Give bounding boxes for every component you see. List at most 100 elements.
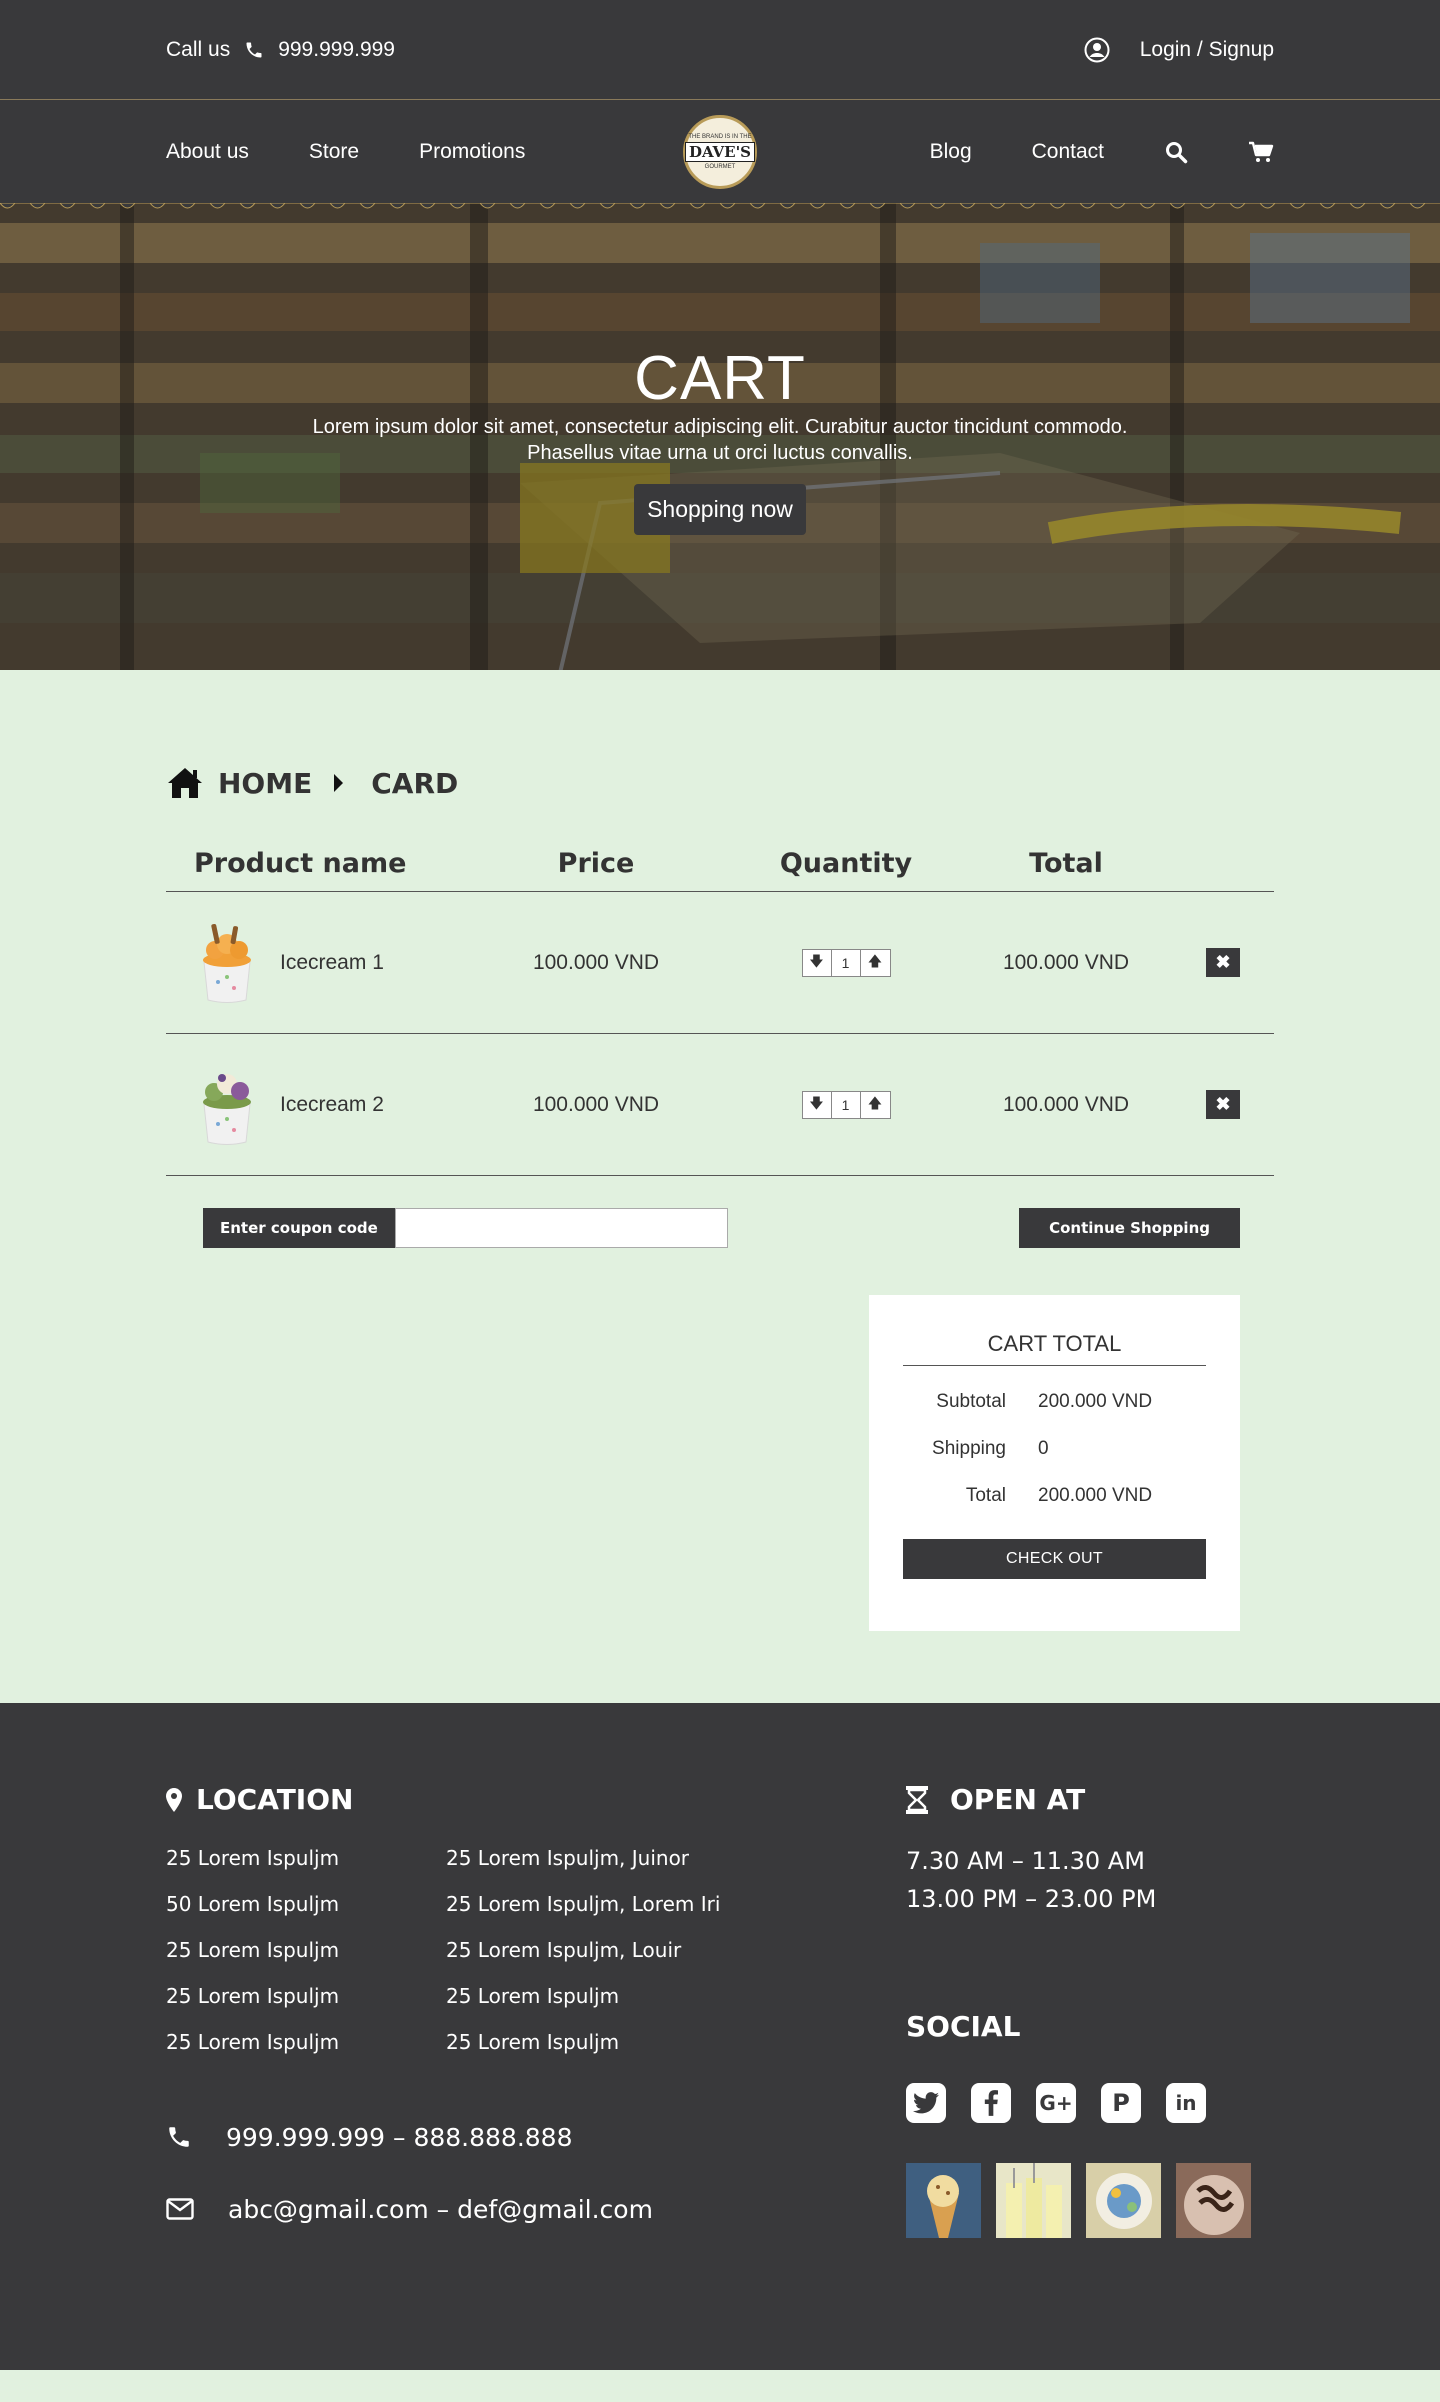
- quantity-stepper: 🡇 1 🡅: [801, 949, 891, 977]
- login-signup-link[interactable]: Login / Signup: [1140, 38, 1274, 62]
- twitter-icon[interactable]: [906, 2083, 946, 2123]
- quantity-value[interactable]: 1: [832, 1092, 861, 1118]
- increase-arrow-icon[interactable]: 🡅: [861, 1092, 890, 1118]
- product-image-icecream-1[interactable]: [192, 922, 262, 1004]
- hero-banner: CART Lorem ipsum dolor sit amet, consect…: [0, 203, 1440, 670]
- footer: LOCATION 25 Lorem Ispuljm 25 Lorem Ispul…: [0, 1703, 1440, 2370]
- remove-item-button[interactable]: ✖: [1206, 948, 1240, 977]
- open-at-title: OPEN AT: [950, 1783, 1086, 1816]
- map-marker-icon: [166, 1787, 182, 1812]
- header-quantity: Quantity: [779, 848, 913, 879]
- location-item: 25 Lorem Ispuljm: [166, 1938, 340, 1962]
- hero-description-line-1: Lorem ipsum dolor sit amet, consectetur …: [312, 416, 1128, 438]
- product-image-icecream-2[interactable]: [192, 1064, 262, 1146]
- location-item: 25 Lorem Ispuljm, Juinor: [446, 1846, 690, 1870]
- home-icon[interactable]: [166, 766, 204, 800]
- location-item: 25 Lorem Ispuljm: [166, 1984, 340, 2008]
- cart-table: Product name Price Quantity Total Icecre…: [166, 836, 1274, 1176]
- social-title: SOCIAL: [906, 2010, 1021, 2043]
- phone-icon: [169, 2127, 189, 2147]
- main-nav: About us Store Promotions THE BRAND IS I…: [0, 100, 1440, 209]
- nav-about-us[interactable]: About us: [166, 140, 249, 164]
- nav-blog[interactable]: Blog: [930, 140, 972, 164]
- hourglass-icon: [906, 1785, 928, 1814]
- shipping-value: 0: [1038, 1438, 1049, 1459]
- continue-shopping-button[interactable]: Continue Shopping: [1019, 1208, 1240, 1248]
- subtotal-label: Subtotal: [936, 1391, 1006, 1412]
- location-item: 25 Lorem Ispuljm: [446, 2030, 620, 2054]
- breadcrumb-home[interactable]: HOME: [218, 767, 312, 800]
- footer-phones[interactable]: 999.999.999 – 888.888.888: [226, 2123, 572, 2152]
- open-at-heading: OPEN AT: [906, 1783, 1274, 1816]
- cart-total-panel: CART TOTAL Subtotal 200.000 VND Shipping…: [869, 1295, 1240, 1631]
- envelope-icon: [166, 2198, 194, 2220]
- facebook-icon[interactable]: [971, 2083, 1011, 2123]
- remove-item-button[interactable]: ✖: [1206, 1090, 1240, 1119]
- total-value: 200.000 VND: [1038, 1485, 1153, 1506]
- row-total: 100.000 VND: [1002, 1092, 1130, 1116]
- close-icon: ✖: [1215, 952, 1231, 972]
- nav-scallop-edge: [0, 203, 1440, 209]
- total-line: Total 200.000 VND: [903, 1485, 1206, 1507]
- logo-text: DAVE'S: [684, 141, 756, 162]
- coupon-input[interactable]: [394, 1208, 728, 1248]
- coupon-label: Enter coupon code: [203, 1208, 395, 1248]
- product-name[interactable]: Icecream 1: [280, 951, 384, 975]
- gallery-image-1[interactable]: [906, 2163, 981, 2238]
- close-icon: ✖: [1215, 1094, 1231, 1114]
- table-header: Product name Price Quantity Total: [166, 836, 1274, 892]
- logo-tagline: THE BRAND IS IN THE: [688, 133, 752, 140]
- contact-info: 999.999.999 – 888.888.888 abc@gmail.com …: [166, 2122, 906, 2224]
- total-label: Total: [965, 1485, 1006, 1506]
- table-row: Icecream 1 100.000 VND 🡇 1 🡅 100.000 VND…: [166, 892, 1274, 1034]
- coupon-form: Enter coupon code: [203, 1208, 728, 1248]
- linkedin-icon[interactable]: in: [1166, 2083, 1206, 2123]
- row-total: 100.000 VND: [1002, 950, 1130, 974]
- decrease-arrow-icon[interactable]: 🡇: [803, 950, 832, 976]
- nav-promotions[interactable]: Promotions: [419, 140, 525, 164]
- checkout-button[interactable]: CHECK OUT: [903, 1539, 1206, 1579]
- breadcrumb: HOME CARD: [166, 766, 1274, 800]
- cart-section: HOME CARD Product name Price Quantity To…: [0, 670, 1440, 1703]
- cart-total-title: CART TOTAL: [903, 1331, 1206, 1366]
- call-us-label: Call us: [166, 38, 231, 61]
- location-item: 25 Lorem Ispuljm: [166, 2030, 340, 2054]
- google-plus-icon[interactable]: G+: [1036, 2083, 1076, 2123]
- quantity-stepper: 🡇 1 🡅: [801, 1091, 891, 1119]
- decrease-arrow-icon[interactable]: 🡇: [803, 1092, 832, 1118]
- site-logo[interactable]: THE BRAND IS IN THE DAVE'S GOURMET: [683, 114, 757, 189]
- footer-emails[interactable]: abc@gmail.com – def@gmail.com: [228, 2195, 653, 2224]
- product-price: 100.000 VND: [532, 1092, 660, 1116]
- subtotal-line: Subtotal 200.000 VND: [903, 1391, 1206, 1413]
- location-title: LOCATION: [196, 1783, 354, 1816]
- subtotal-value: 200.000 VND: [1038, 1391, 1153, 1412]
- user-circle-icon[interactable]: [1084, 37, 1110, 63]
- quantity-value[interactable]: 1: [832, 950, 861, 976]
- location-heading: LOCATION: [166, 1783, 906, 1816]
- nav-contact[interactable]: Contact: [1032, 140, 1104, 164]
- header-product-name: Product name: [194, 848, 407, 879]
- caret-right-icon: [334, 774, 344, 792]
- location-list: 25 Lorem Ispuljm 25 Lorem Ispuljm, Juino…: [166, 1846, 906, 2054]
- shopping-now-button[interactable]: Shopping now: [634, 484, 806, 535]
- gallery-image-3[interactable]: [1086, 2163, 1161, 2238]
- nav-store[interactable]: Store: [309, 140, 359, 164]
- opening-hours: 7.30 AM – 11.30 AM 13.00 PM – 23.00 PM: [906, 1842, 1274, 1918]
- gallery-image-2[interactable]: [996, 2163, 1071, 2238]
- gallery-image-4[interactable]: [1176, 2163, 1251, 2238]
- location-item: 25 Lorem Ispuljm: [446, 1984, 620, 2008]
- product-name[interactable]: Icecream 2: [280, 1093, 384, 1117]
- top-bar: Call us 999.999.999 Login / Signup: [0, 0, 1440, 100]
- increase-arrow-icon[interactable]: 🡅: [861, 950, 890, 976]
- location-item: 25 Lorem Ispuljm: [166, 1846, 340, 1870]
- cart-icon[interactable]: [1248, 140, 1274, 164]
- hero-description-line-2: Phasellus vitae urna ut orci luctus conv…: [527, 442, 913, 464]
- hours-morning: 7.30 AM – 11.30 AM: [906, 1847, 1145, 1875]
- location-item: 50 Lorem Ispuljm: [166, 1892, 340, 1916]
- pinterest-icon[interactable]: P: [1101, 2083, 1141, 2123]
- header-price: Price: [557, 848, 635, 879]
- logo-subtitle: GOURMET: [704, 163, 736, 170]
- phone-number[interactable]: 999.999.999: [278, 38, 395, 62]
- search-icon[interactable]: [1164, 140, 1188, 164]
- phone-icon: [246, 42, 262, 58]
